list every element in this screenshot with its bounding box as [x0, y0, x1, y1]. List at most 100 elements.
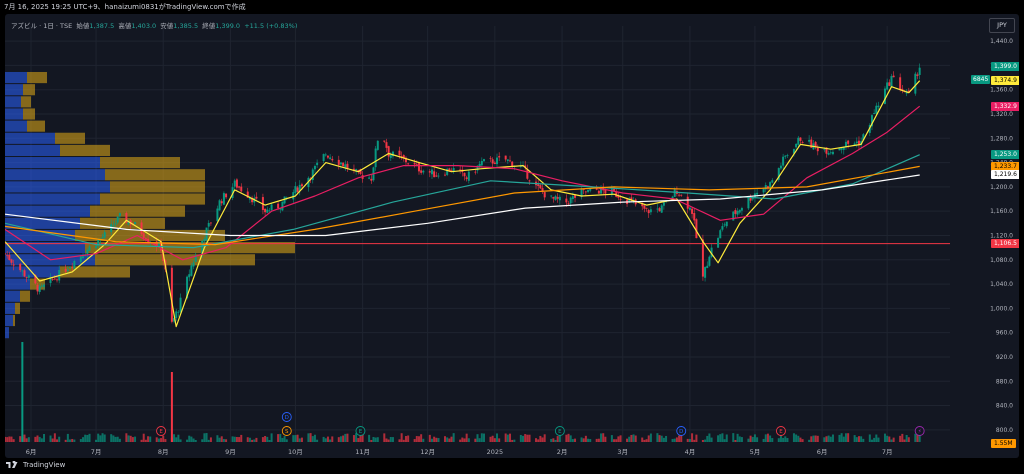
candle-body [619, 198, 622, 200]
candle-body [537, 184, 540, 186]
x-tick-label: 4月 [685, 448, 696, 456]
volume-bar [595, 438, 598, 442]
candle-body [719, 230, 722, 239]
candle-body [40, 285, 43, 287]
candle-body [21, 270, 24, 272]
volume-bar [73, 439, 76, 442]
candle-body [437, 175, 440, 177]
volume-bar [660, 435, 663, 442]
volume-bar [5, 436, 6, 442]
y-tick-label: 1,040.0 [990, 281, 1013, 288]
candle-body [51, 279, 54, 281]
candle-body [82, 256, 85, 259]
volume-bar [671, 438, 674, 442]
volume-bar [701, 439, 704, 442]
candle-body [398, 150, 401, 156]
volume-bar [40, 438, 43, 442]
volume-bar [903, 439, 906, 442]
y-tick-label: 1,000.0 [990, 305, 1013, 312]
volume-bar [914, 433, 917, 442]
volume-bar [188, 435, 191, 442]
volume-bar [883, 433, 886, 442]
volume-bar [118, 438, 121, 442]
candle-body [8, 254, 11, 261]
candle-body [678, 194, 681, 196]
candle-body [467, 171, 470, 181]
volume-bar [357, 438, 360, 442]
volume-profile-down-bar [21, 96, 31, 108]
volume-bar [706, 435, 709, 442]
volume-bar [630, 434, 633, 442]
volume-bar [613, 439, 616, 442]
candle-body [483, 159, 486, 162]
volume-bar [337, 437, 340, 442]
volume-bar [840, 433, 843, 442]
volume-bar [346, 433, 349, 442]
y-tick-label: 1,440.0 [990, 38, 1013, 45]
candle-body [175, 311, 178, 318]
candle-body [795, 143, 798, 148]
candle-body [71, 266, 74, 268]
volume-bar [296, 434, 299, 442]
volume-bar [342, 435, 345, 442]
candle-body [708, 256, 711, 266]
volume-bar [511, 439, 514, 442]
candle-body [313, 165, 316, 170]
volume-bar [686, 438, 689, 442]
candle-body [170, 267, 173, 322]
volume-bar [201, 439, 204, 442]
volume-bar [368, 434, 371, 442]
volume-bar [777, 438, 780, 442]
candle-body [101, 237, 104, 239]
volume-bar [463, 438, 466, 442]
candle-body [801, 142, 804, 143]
volume-bar [762, 438, 765, 442]
volume-bar [376, 437, 379, 442]
candle-body [12, 264, 15, 266]
volume-bar [129, 435, 132, 442]
candle-body [747, 197, 750, 209]
candle-body [95, 245, 98, 249]
volume-bar [127, 435, 130, 442]
candle-body [734, 210, 737, 214]
candle-body [179, 297, 182, 313]
volume-bar [675, 437, 678, 442]
candle-body [413, 162, 416, 165]
candle-body [218, 200, 221, 211]
candle-body [339, 162, 342, 165]
volume-bar [717, 435, 720, 442]
candle-body [329, 157, 332, 160]
candle-body [736, 211, 739, 215]
candle-body [326, 155, 329, 158]
volume-profile-up-bar [5, 71, 27, 84]
volume-bar [680, 434, 683, 442]
candle-body [604, 189, 607, 194]
candle-body [465, 177, 468, 180]
event-marker-label: E [359, 429, 363, 435]
volume-bar [307, 433, 310, 442]
chart-caption: 7月 16, 2025 19:25 UTC+9、hanaizumi0831がTr… [4, 3, 246, 11]
candle-body [6, 255, 9, 257]
chart-area[interactable]: アズビル · 1日 · TSE 始値1,387.5 高値1,403.0 安値1,… [5, 14, 1019, 458]
volume-profile-down-bar [100, 193, 205, 205]
volume-bar [892, 437, 895, 442]
volume-bar [769, 435, 772, 442]
candle-body [188, 274, 191, 278]
candle-body [799, 137, 802, 141]
y-tick-label: 880.0 [996, 378, 1013, 385]
volume-bar [218, 437, 221, 442]
candle-body [723, 224, 726, 226]
candle-body [556, 196, 559, 199]
candle-body [779, 165, 782, 169]
volume-bar [589, 438, 592, 442]
volume-bar [786, 438, 789, 442]
candle-body [264, 208, 267, 213]
volume-bar [541, 437, 544, 442]
volume-bar [443, 436, 446, 442]
volume-bar [584, 435, 587, 442]
volume-bar [734, 439, 737, 442]
candle-body [420, 170, 423, 173]
volume-bar [231, 436, 234, 442]
candle-body [565, 198, 568, 203]
candle-body [738, 209, 741, 213]
